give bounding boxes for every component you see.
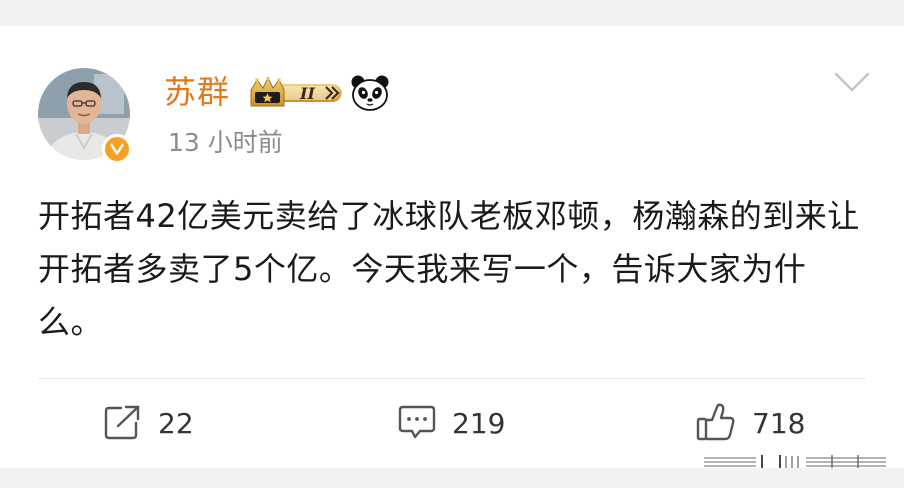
comment-icon	[398, 404, 436, 444]
like-count: 718	[752, 407, 806, 440]
vip-level-label: II	[299, 84, 315, 103]
divider	[38, 378, 866, 379]
comment-count: 219	[452, 407, 506, 440]
vip-badge-icon[interactable]: II	[248, 76, 344, 110]
comment-button[interactable]: 219	[398, 402, 505, 446]
post-card: 苏群 II 13 小时前 开拓者42亿美元卖给了冰球队老板邓顿，杨瀚森的到来让开…	[0, 26, 904, 474]
chevron-down-icon[interactable]	[832, 68, 872, 96]
feed-gap-top	[0, 0, 904, 26]
repost-count: 22	[158, 407, 194, 440]
post-text: 开拓者42亿美元卖给了冰球队老板邓顿，杨瀚森的到来让开拓者多卖了5个亿。今天我来…	[38, 197, 860, 341]
thumbs-up-icon	[696, 402, 736, 446]
like-button[interactable]: 718	[696, 402, 805, 446]
repost-icon	[104, 404, 142, 444]
repost-button[interactable]: 22	[104, 402, 194, 446]
post-timestamp[interactable]: 13 小时前	[168, 126, 283, 160]
feed-gap-bottom	[0, 468, 904, 488]
verified-badge-icon	[102, 134, 132, 164]
panda-icon	[350, 74, 390, 112]
author-name[interactable]: 苏群	[164, 72, 230, 112]
